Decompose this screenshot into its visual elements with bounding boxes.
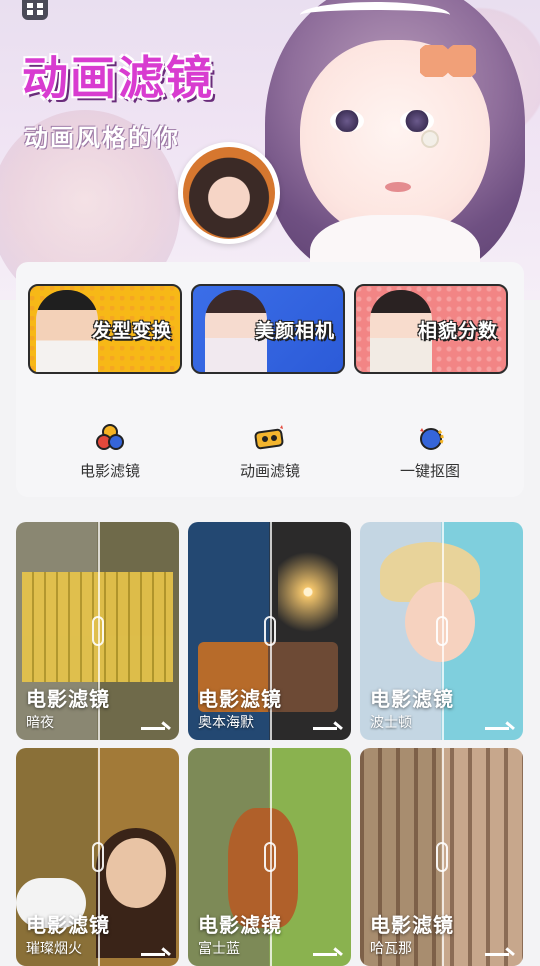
compare-handle[interactable] [263, 842, 276, 872]
filter-name: 奥本海默 [198, 715, 254, 731]
filter-tile[interactable]: 电影滤镜 哈瓦那 [360, 748, 523, 966]
tool-label: 动画滤镜 [239, 462, 300, 480]
arrow-right-icon [141, 720, 169, 730]
tool-movie-filter[interactable]: 电影滤镜 [50, 422, 170, 481]
arrow-right-icon [485, 720, 513, 730]
filter-tile[interactable]: 电影滤镜 奥本海默 [188, 522, 351, 740]
circles-icon [93, 422, 127, 454]
compare-handle[interactable] [263, 616, 276, 646]
filter-name: 富士蓝 [198, 941, 240, 957]
filter-name: 波士顿 [370, 715, 412, 731]
arrow-right-icon [313, 946, 341, 956]
hero-subtitle: 动画风格的你 [24, 124, 180, 152]
anime-girl-eye-left [330, 110, 364, 132]
cutout-icon [413, 422, 447, 454]
feature-panel: 发型变换 美颜相机 相貌分数 电影滤镜 动画滤镜 一键抠图 [16, 262, 524, 497]
hair-bow [420, 45, 476, 77]
feature-card-photo [36, 290, 98, 372]
anime-girl-headband [300, 2, 450, 28]
anime-girl-lips [385, 182, 411, 192]
filter-name: 哈瓦那 [370, 941, 412, 957]
tool-label: 一键抠图 [399, 462, 460, 480]
filter-title: 电影滤镜 [198, 687, 282, 711]
filter-preview [106, 838, 166, 908]
camera-emoji-icon [253, 422, 287, 454]
filter-tile[interactable]: 电影滤镜 暗夜 [16, 522, 179, 740]
feature-card-label: 美颜相机 [254, 320, 335, 342]
hero-title: 动画滤镜 [22, 51, 214, 105]
earring [423, 132, 437, 146]
filter-tile[interactable]: 电影滤镜 波士顿 [360, 522, 523, 740]
hero-banner[interactable]: 动画滤镜 动画风格的你 [0, 0, 540, 300]
avatar[interactable] [183, 147, 275, 239]
feature-card-face-score[interactable]: 相貌分数 [354, 284, 508, 374]
arrow-right-icon [313, 720, 341, 730]
feature-card-label: 发型变换 [91, 320, 172, 342]
tool-cutout[interactable]: 一键抠图 [370, 422, 490, 481]
filter-tile[interactable]: 电影滤镜 璀璨烟火 [16, 748, 179, 966]
compare-handle[interactable] [91, 842, 104, 872]
filter-name: 暗夜 [26, 715, 54, 731]
feature-card-hairstyle[interactable]: 发型变换 [28, 284, 182, 374]
compare-handle[interactable] [91, 616, 104, 646]
tool-anime-filter[interactable]: 动画滤镜 [210, 422, 330, 481]
filter-title: 电影滤镜 [198, 913, 282, 937]
arrow-right-icon [141, 946, 169, 956]
filter-title: 电影滤镜 [26, 913, 110, 937]
filter-name: 璀璨烟火 [26, 941, 82, 957]
compare-handle[interactable] [435, 842, 448, 872]
menu-grid-icon[interactable] [22, 0, 48, 20]
compare-handle[interactable] [435, 616, 448, 646]
filter-title: 电影滤镜 [370, 913, 454, 937]
feature-card-label: 相貌分数 [417, 320, 498, 342]
tool-label: 电影滤镜 [79, 462, 140, 480]
filter-tile[interactable]: 电影滤镜 富士蓝 [188, 748, 351, 966]
filter-title: 电影滤镜 [370, 687, 454, 711]
sparkler-glow [278, 552, 338, 632]
anime-girl-eye-right [400, 110, 434, 132]
feature-card-beauty-camera[interactable]: 美颜相机 [191, 284, 345, 374]
filter-title: 电影滤镜 [26, 687, 110, 711]
arrow-right-icon [485, 946, 513, 956]
